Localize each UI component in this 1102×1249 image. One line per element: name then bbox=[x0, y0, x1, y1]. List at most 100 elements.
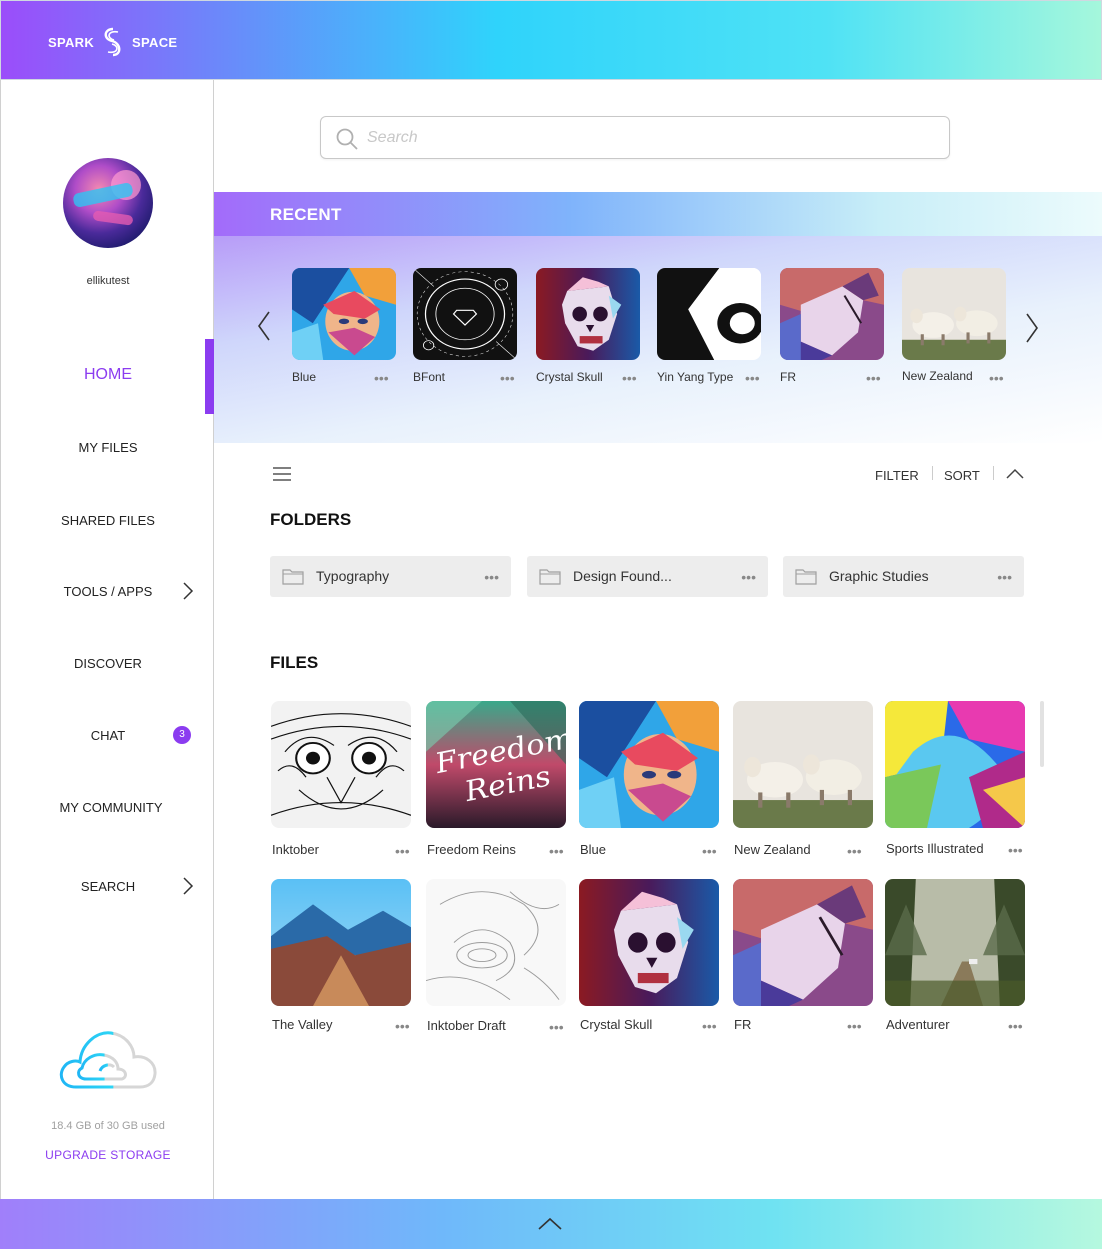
recent-item-label: Yin Yang Type bbox=[657, 370, 734, 384]
more-options-icon[interactable]: ••• bbox=[847, 844, 862, 858]
file-thumbnail-image[interactable] bbox=[579, 701, 719, 828]
folder-icon bbox=[539, 569, 561, 585]
nav-item-shared-files[interactable]: SHARED FILES bbox=[1, 513, 215, 528]
nav-item-my-community[interactable]: MY COMMUNITY bbox=[4, 800, 218, 815]
sort-button[interactable]: SORT bbox=[944, 468, 980, 483]
toolbar-divider bbox=[993, 466, 994, 480]
folder-card[interactable]: Design Found... ••• bbox=[527, 556, 768, 597]
app-logo[interactable]: SPARK SPACE bbox=[48, 27, 177, 57]
chevron-right-icon[interactable] bbox=[181, 876, 195, 896]
recent-item-thumbnail[interactable] bbox=[536, 268, 640, 360]
avatar[interactable] bbox=[63, 158, 153, 248]
folders-heading: FOLDERS bbox=[270, 510, 352, 529]
more-options-icon[interactable]: ••• bbox=[395, 844, 410, 858]
filter-button[interactable]: FILTER bbox=[875, 468, 919, 483]
collapse-chevron-up-icon[interactable] bbox=[1006, 468, 1024, 480]
file-thumbnail-image[interactable] bbox=[426, 879, 566, 1006]
chat-badge: 3 bbox=[173, 726, 191, 744]
nav-item-home[interactable]: HOME bbox=[1, 366, 215, 384]
upgrade-storage-link[interactable]: UPGRADE STORAGE bbox=[1, 1148, 215, 1162]
search-bar[interactable] bbox=[320, 116, 950, 159]
recent-item-label: Crystal Skull bbox=[536, 370, 603, 384]
file-card[interactable]: Freedom Reins bbox=[426, 701, 566, 828]
more-options-icon[interactable]: ••• bbox=[374, 371, 389, 385]
more-options-icon[interactable]: ••• bbox=[745, 371, 760, 385]
file-card[interactable] bbox=[426, 879, 566, 1006]
file-label: Adventurer bbox=[886, 1017, 950, 1032]
recent-thumbnail-image[interactable] bbox=[780, 268, 884, 360]
recent-thumbnail-image[interactable] bbox=[413, 268, 517, 360]
files-scrollbar[interactable] bbox=[1040, 701, 1044, 767]
more-options-icon[interactable]: ••• bbox=[997, 570, 1012, 584]
file-card[interactable] bbox=[271, 879, 411, 1006]
search-input[interactable] bbox=[367, 125, 927, 151]
more-options-icon[interactable]: ••• bbox=[1008, 1019, 1023, 1033]
more-options-icon[interactable]: ••• bbox=[702, 1019, 717, 1033]
file-thumbnail-image[interactable] bbox=[271, 879, 411, 1006]
recent-item-label: Blue bbox=[292, 370, 317, 384]
folder-name: Typography bbox=[316, 568, 390, 584]
app-footer bbox=[0, 1199, 1102, 1249]
nav-item-discover[interactable]: DISCOVER bbox=[1, 656, 215, 671]
folder-card[interactable]: Graphic Studies ••• bbox=[783, 556, 1024, 597]
username: ellikutest bbox=[86, 275, 130, 287]
recent-item-label: BFont bbox=[413, 370, 446, 384]
file-thumbnail-image[interactable]: Freedom Reins bbox=[426, 701, 566, 828]
file-card[interactable] bbox=[579, 701, 719, 828]
file-label: Inktober Draft bbox=[427, 1018, 506, 1033]
recent-thumbnail-image[interactable] bbox=[657, 268, 761, 360]
file-label: FR bbox=[734, 1017, 752, 1032]
file-card[interactable] bbox=[579, 879, 719, 1006]
nav-item-my-files[interactable]: MY FILES bbox=[1, 440, 215, 455]
recent-title: RECENT bbox=[270, 205, 342, 224]
file-thumbnail-image[interactable] bbox=[579, 879, 719, 1006]
recent-thumbnail-image[interactable] bbox=[902, 268, 1006, 360]
files-heading: FILES bbox=[270, 653, 319, 672]
file-label: Crystal Skull bbox=[580, 1017, 653, 1032]
file-thumbnail-image[interactable] bbox=[885, 879, 1025, 1006]
file-thumbnail-image[interactable] bbox=[271, 701, 411, 828]
file-thumbnail-image[interactable] bbox=[733, 701, 873, 828]
expand-chevron-up-icon[interactable] bbox=[537, 1217, 563, 1231]
recent-item-thumbnail[interactable] bbox=[902, 268, 1006, 360]
file-card[interactable] bbox=[733, 879, 873, 1006]
file-label: Freedom Reins bbox=[427, 842, 516, 857]
carousel-next-icon[interactable] bbox=[1024, 312, 1040, 344]
folder-name: Graphic Studies bbox=[829, 568, 929, 584]
file-card[interactable] bbox=[885, 879, 1025, 1006]
list-view-icon[interactable] bbox=[272, 466, 292, 482]
logo-text-right: SPACE bbox=[132, 34, 178, 50]
folder-name: Design Found... bbox=[573, 568, 672, 584]
file-card[interactable] bbox=[271, 701, 411, 828]
more-options-icon[interactable]: ••• bbox=[866, 371, 881, 385]
recent-item-thumbnail[interactable] bbox=[292, 268, 396, 360]
more-options-icon[interactable]: ••• bbox=[549, 1020, 564, 1034]
carousel-prev-icon[interactable] bbox=[256, 310, 272, 342]
file-thumbnail-image[interactable] bbox=[733, 879, 873, 1006]
more-options-icon[interactable]: ••• bbox=[622, 371, 637, 385]
recent-item-label: New Zealand bbox=[902, 369, 973, 383]
folder-card[interactable]: Typography ••• bbox=[270, 556, 511, 597]
recent-thumbnail-image[interactable] bbox=[536, 268, 640, 360]
file-card[interactable] bbox=[885, 701, 1025, 828]
more-options-icon[interactable]: ••• bbox=[989, 371, 1004, 385]
file-label: Blue bbox=[580, 842, 607, 857]
more-options-icon[interactable]: ••• bbox=[484, 570, 499, 584]
recent-item-thumbnail[interactable] bbox=[413, 268, 517, 360]
recent-item-thumbnail[interactable] bbox=[657, 268, 761, 360]
file-label: Sports Illustrated bbox=[886, 841, 984, 856]
more-options-icon[interactable]: ••• bbox=[1008, 843, 1023, 857]
more-options-icon[interactable]: ••• bbox=[549, 844, 564, 858]
recent-thumbnail-image[interactable] bbox=[292, 268, 396, 360]
recent-item-thumbnail[interactable] bbox=[780, 268, 884, 360]
more-options-icon[interactable]: ••• bbox=[395, 1019, 410, 1033]
more-options-icon[interactable]: ••• bbox=[847, 1019, 862, 1033]
file-card[interactable] bbox=[733, 701, 873, 828]
recent-item-label: FR bbox=[780, 370, 796, 384]
sidebar: ellikutest HOME MY FILES SHARED FILES TO… bbox=[0, 80, 215, 1199]
more-options-icon[interactable]: ••• bbox=[702, 844, 717, 858]
file-thumbnail-image[interactable] bbox=[885, 701, 1025, 828]
more-options-icon[interactable]: ••• bbox=[741, 570, 756, 584]
chevron-right-icon[interactable] bbox=[181, 581, 195, 601]
more-options-icon[interactable]: ••• bbox=[500, 371, 515, 385]
